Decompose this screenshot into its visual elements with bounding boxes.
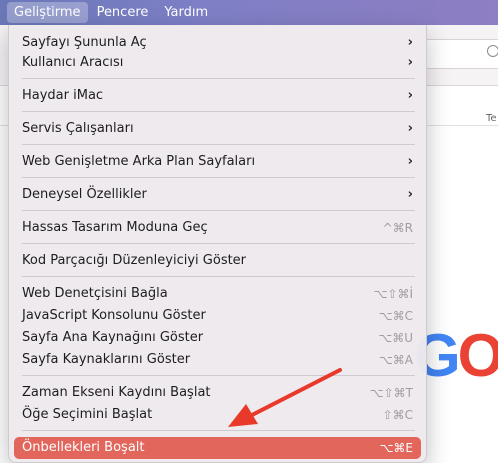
menu-item-experimental-features[interactable]: Deneysel Özellikler ›: [14, 184, 421, 206]
menu-item-shortcut: ⇧⌘C: [382, 408, 413, 422]
menu-separator: [22, 111, 415, 112]
menu-item-label: Web Genişletme Arka Plan Sayfaları: [22, 154, 256, 169]
menu-item-label: Sayfayı Şununla Aç: [22, 35, 147, 50]
menu-item-empty-caches[interactable]: Önbellekleri Boşalt ⌥⌘E: [14, 437, 421, 459]
menu-item-extension-background-pages[interactable]: Web Genişletme Arka Plan Sayfaları ›: [14, 151, 421, 173]
menu-separator: [22, 210, 415, 211]
menu-item-label: Sayfa Ana Kaynağını Göster: [22, 330, 204, 345]
menu-item-snippet-editor[interactable]: Kod Parçacığı Düzenleyiciyi Göster: [14, 250, 421, 272]
menu-item-user-agent[interactable]: Kullanıcı Aracısı ›: [14, 52, 421, 74]
menu-item-label: Kod Parçacığı Düzenleyiciyi Göster: [22, 253, 247, 268]
menu-bar-item-yardim[interactable]: Yardım: [157, 2, 215, 23]
menu-item-javascript-console[interactable]: JavaScript Konsolunu Göster ⌥⌘C: [14, 305, 421, 327]
menu-item-responsive-design-mode[interactable]: Hassas Tasarım Moduna Geç ^⌘R: [14, 217, 421, 239]
search-icon: [487, 45, 498, 57]
menu-item-shortcut: ^⌘R: [382, 221, 413, 235]
menu-item-label: Kullanıcı Aracısı: [22, 55, 124, 70]
menu-separator: [22, 177, 415, 178]
menu-item-page-source[interactable]: Sayfa Ana Kaynağını Göster ⌥⌘U: [14, 327, 421, 349]
chevron-right-icon: ›: [407, 35, 413, 50]
menu-bar-item-pencere[interactable]: Pencere: [90, 2, 156, 23]
menu-item-label: Servis Çalışanları: [22, 121, 134, 136]
menu-separator: [22, 78, 415, 79]
logo-letter-o: O: [457, 322, 498, 389]
menu-item-label: Sayfa Kaynaklarını Göster: [22, 352, 191, 367]
menu-separator: [22, 430, 415, 431]
menu-item-label: Öğe Seçimini Başlat: [22, 407, 153, 422]
menu-bar: Geliştirme Pencere Yardım: [0, 0, 498, 25]
menu-separator: [22, 144, 415, 145]
menu-item-open-page-with[interactable]: Sayfayı Şununla Aç ›: [14, 32, 421, 54]
menu-item-label: Hassas Tasarım Moduna Geç: [22, 220, 208, 235]
menu-bar-item-gelistirme[interactable]: Geliştirme: [7, 2, 88, 23]
menu-item-label: Haydar iMac: [22, 88, 104, 103]
menu-item-shortcut: ⌥⌘U: [378, 331, 413, 345]
menu-item-label: Zaman Ekseni Kaydını Başlat: [22, 385, 211, 400]
menu-item-connect-web-inspector[interactable]: Web Denetçisini Bağla ⌥⇧⌘İ: [14, 283, 421, 305]
chevron-right-icon: ›: [407, 154, 413, 169]
chevron-right-icon: ›: [407, 121, 413, 136]
menu-separator: [22, 243, 415, 244]
menu-item-label: Web Denetçisini Bağla: [22, 286, 168, 301]
menu-item-haydar-imac[interactable]: Haydar iMac ›: [14, 85, 421, 107]
menu-item-shortcut: ⌥⌘C: [378, 309, 413, 323]
menu-item-start-timeline-recording[interactable]: Zaman Ekseni Kaydını Başlat ⌥⇧⌘T: [14, 382, 421, 404]
menu-item-service-workers[interactable]: Servis Çalışanları ›: [14, 118, 421, 140]
menu-item-label: Deneysel Özellikler: [22, 187, 147, 202]
chevron-right-icon: ›: [407, 55, 413, 70]
chevron-right-icon: ›: [407, 187, 413, 202]
menu-item-label: JavaScript Konsolunu Göster: [22, 308, 206, 323]
menu-item-page-resources[interactable]: Sayfa Kaynaklarını Göster ⌥⌘A: [14, 349, 421, 371]
menu-item-label: Önbellekleri Boşalt: [22, 440, 145, 455]
menu-separator: [22, 276, 415, 277]
search-field[interactable]: [420, 39, 498, 69]
menu-separator: [22, 375, 415, 376]
chevron-right-icon: ›: [407, 88, 413, 103]
develop-menu: Sayfayı Şununla Aç › Kullanıcı Aracısı ›…: [8, 25, 427, 463]
menu-item-shortcut: ⌥⌘E: [379, 441, 413, 455]
menu-item-start-element-selection[interactable]: Öğe Seçimini Başlat ⇧⌘C: [14, 404, 421, 426]
menu-item-shortcut: ⌥⇧⌘T: [369, 386, 413, 400]
tab-label[interactable]: Te: [486, 113, 497, 124]
menu-item-shortcut: ⌥⌘A: [378, 353, 413, 367]
menu-item-shortcut: ⌥⇧⌘İ: [373, 287, 413, 301]
